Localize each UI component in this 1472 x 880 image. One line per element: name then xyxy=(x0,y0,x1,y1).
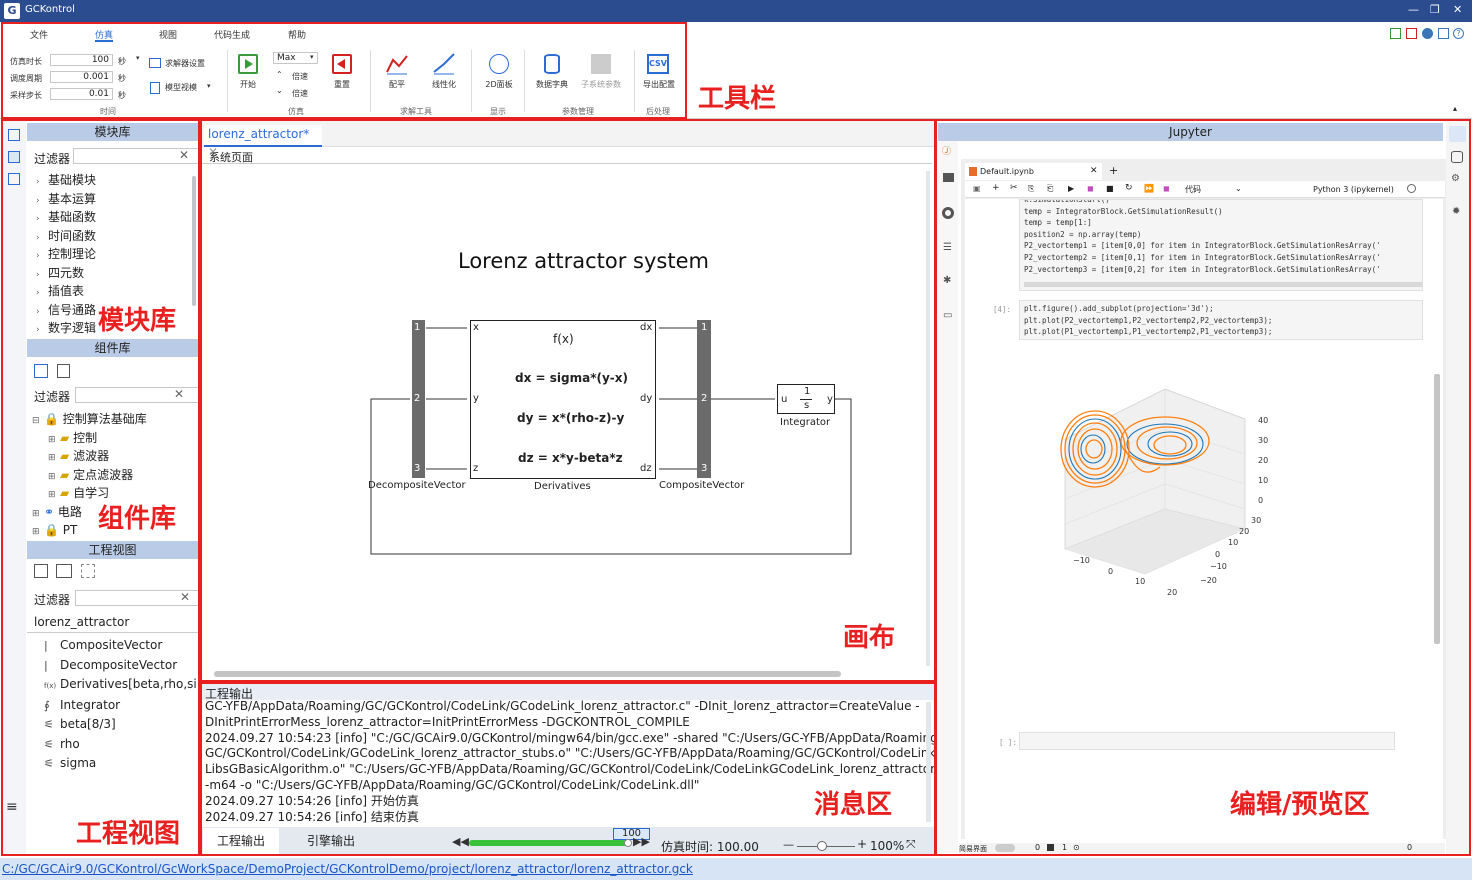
minimize-button[interactable]: — xyxy=(1408,3,1419,16)
project-path-link[interactable]: C:/GC/GCAir9.0/GCKontrol/GcWorkSpace/Dem… xyxy=(2,862,693,876)
component-lib-annotation: 组件库 xyxy=(98,504,177,534)
close-button[interactable]: ✕ xyxy=(1453,3,1462,16)
title-bar: G GCKontrol — ❐ ✕ xyxy=(0,0,1472,22)
editor-annotation: 编辑/预览区 xyxy=(1230,790,1370,820)
collapse-ribbon-icon[interactable]: ▴ xyxy=(1453,104,1457,113)
maximize-button[interactable]: ❐ xyxy=(1430,3,1440,16)
stop-icon[interactable] xyxy=(1406,28,1417,39)
settings-icon[interactable] xyxy=(1438,28,1449,39)
python-icon[interactable] xyxy=(1422,28,1433,39)
toolbar-highlight xyxy=(1,22,687,119)
output-highlight xyxy=(200,682,936,856)
status-bar: C:/GC/GCAir9.0/GCKontrol/GcWorkSpace/Dem… xyxy=(0,858,1472,880)
canvas-highlight xyxy=(200,119,936,682)
left-panel-highlight xyxy=(1,119,200,856)
messages-annotation: 消息区 xyxy=(814,790,893,820)
app-logo-icon: G xyxy=(4,3,20,19)
project-view-annotation: 工程视图 xyxy=(76,819,181,849)
editor-highlight xyxy=(935,119,1471,856)
run-icon[interactable] xyxy=(1390,28,1401,39)
help-icon[interactable]: ? xyxy=(1453,28,1464,39)
app-title: GCKontrol xyxy=(25,4,75,15)
toolbar-annotation: 工具栏 xyxy=(698,84,777,114)
module-lib-annotation: 模块库 xyxy=(98,306,177,336)
